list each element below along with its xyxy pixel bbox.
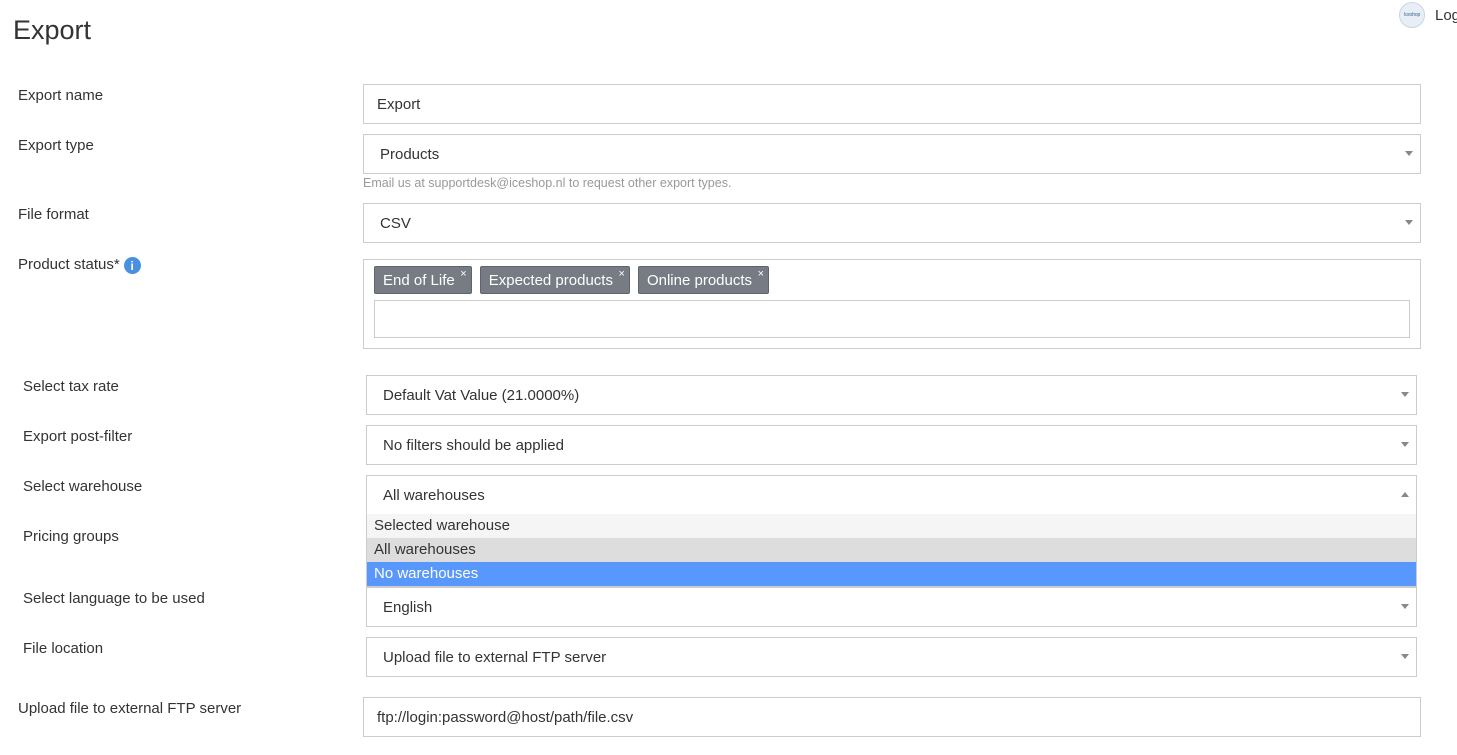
avatar[interactable]: Iceshop <box>1399 2 1425 28</box>
warehouse-value: All warehouses <box>383 486 485 504</box>
export-type-help: Email us at supportdesk@iceshop.nl to re… <box>363 176 732 190</box>
chevron-down-icon <box>1401 392 1409 397</box>
language-value: English <box>383 598 433 616</box>
post-filter-value: No filters should be applied <box>383 436 564 454</box>
tag-end-of-life[interactable]: End of Life × <box>374 266 472 294</box>
export-type-value: Products <box>380 145 440 163</box>
avatar-text: Iceshop <box>1403 12 1421 18</box>
tag-label: End of Life <box>383 271 455 289</box>
chevron-up-icon <box>1401 492 1409 497</box>
option-no-warehouses[interactable]: No warehouses <box>367 562 1416 586</box>
option-selected-warehouse[interactable]: Selected warehouse <box>367 514 1416 538</box>
product-status-multiselect[interactable]: End of Life × Expected products × Online… <box>363 259 1421 349</box>
export-name-input[interactable]: Export <box>363 84 1421 124</box>
product-status-label: Product status* <box>18 256 120 273</box>
export-type-select[interactable]: Products <box>363 134 1421 174</box>
info-icon[interactable]: i <box>123 257 141 274</box>
tag-online-products[interactable]: Online products × <box>637 266 770 294</box>
ftp-label: Upload file to external FTP server <box>18 700 242 717</box>
product-status-search-input[interactable] <box>374 300 1410 338</box>
ftp-input[interactable]: ftp://login:password@host/path/file.csv <box>363 697 1421 737</box>
tag-label: Expected products <box>488 271 613 289</box>
chevron-down-icon <box>1401 654 1409 659</box>
chevron-down-icon <box>1401 442 1409 447</box>
file-location-value: Upload file to external FTP server <box>383 648 607 666</box>
user-area: Iceshop Log <box>1399 2 1457 28</box>
chevron-down-icon <box>1401 604 1409 609</box>
tax-rate-label: Select tax rate <box>23 378 119 395</box>
product-status-tags: End of Life × Expected products × Online… <box>374 266 777 294</box>
language-label: Select language to be used <box>23 590 205 607</box>
export-name-value: Export <box>377 95 421 113</box>
file-format-select[interactable]: CSV <box>363 203 1421 243</box>
option-all-warehouses[interactable]: All warehouses <box>367 538 1416 562</box>
file-location-label: File location <box>23 640 104 657</box>
tax-rate-select[interactable]: Default Vat Value (21.0000%) <box>366 375 1417 415</box>
page-title: Export <box>13 15 92 45</box>
chevron-down-icon <box>1405 151 1413 156</box>
export-name-label: Export name <box>18 87 104 104</box>
remove-tag-icon[interactable]: × <box>619 268 625 280</box>
ftp-value: ftp://login:password@host/path/file.csv <box>377 708 634 726</box>
tax-rate-value: Default Vat Value (21.0000%) <box>383 386 580 404</box>
file-location-select[interactable]: Upload file to external FTP server <box>366 637 1417 677</box>
chevron-down-icon <box>1405 220 1413 225</box>
post-filter-select[interactable]: No filters should be applied <box>366 425 1417 465</box>
warehouse-select[interactable]: All warehouses <box>366 475 1417 515</box>
warehouse-label: Select warehouse <box>23 478 143 495</box>
tag-label: Online products <box>646 271 753 289</box>
post-filter-label: Export post-filter <box>23 428 133 445</box>
warehouse-dropdown: Selected warehouse All warehouses No war… <box>366 514 1417 587</box>
product-status-label-wrap: Product status* i <box>18 256 141 274</box>
file-format-label: File format <box>18 206 89 223</box>
logout-link[interactable]: Log <box>1435 7 1457 24</box>
export-type-label: Export type <box>18 137 94 154</box>
tag-expected-products[interactable]: Expected products × <box>479 266 630 294</box>
remove-tag-icon[interactable]: × <box>758 268 764 280</box>
file-format-value: CSV <box>380 214 411 232</box>
remove-tag-icon[interactable]: × <box>460 268 466 280</box>
language-select[interactable]: English <box>366 587 1417 627</box>
pricing-groups-label: Pricing groups <box>23 528 119 545</box>
